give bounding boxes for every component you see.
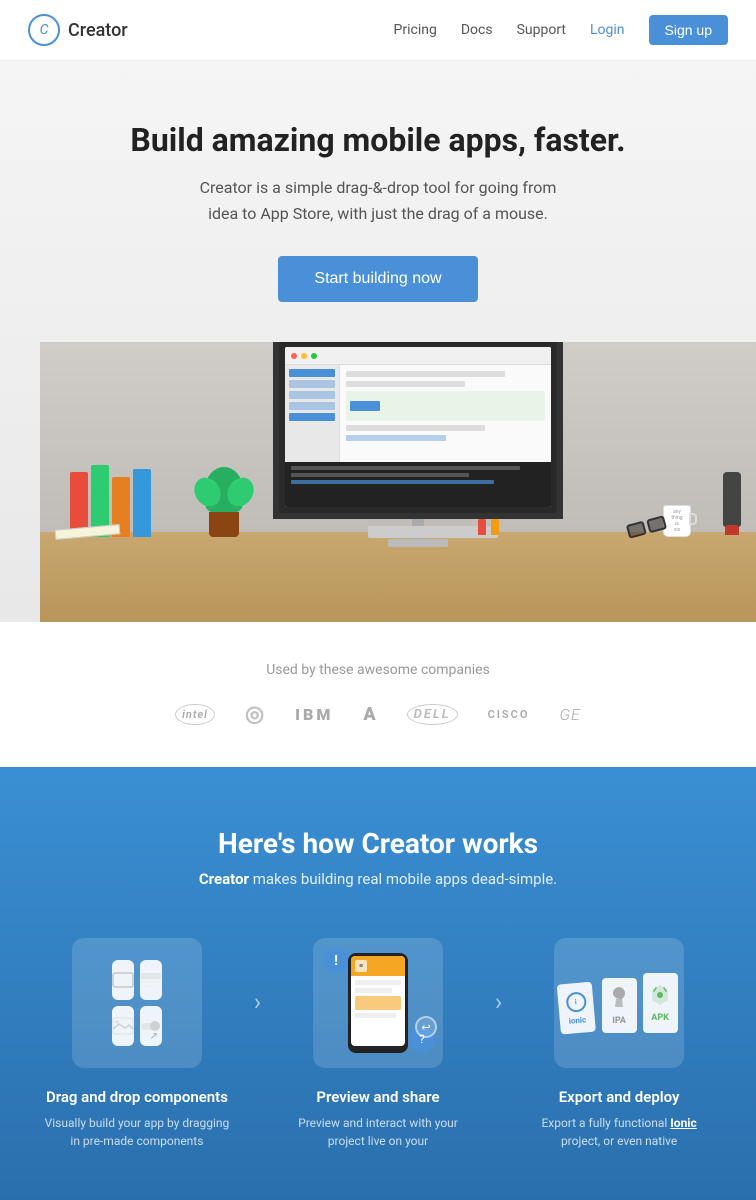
desktop-monitor	[273, 342, 563, 547]
nav-support[interactable]: Support	[517, 22, 566, 38]
lego-figures	[478, 519, 499, 535]
logo[interactable]: C Creator	[28, 14, 128, 46]
step3-title: Export and deploy	[522, 1088, 716, 1106]
hero-desk-image: anythingisvis	[40, 342, 756, 622]
logo-dell: DELL	[407, 704, 458, 725]
logo-intel: intel	[175, 704, 215, 725]
step-preview: ≡ ! ? ↩	[281, 938, 475, 1150]
logo-ge: GE	[559, 705, 580, 724]
logo-icon: C	[28, 14, 60, 46]
nav-links: Pricing Docs Support Login Sign up	[394, 15, 728, 45]
step2-title: Preview and share	[281, 1088, 475, 1106]
how-brand: Creator	[199, 870, 249, 888]
step1-desc: Visually build your app by dragging in p…	[40, 1114, 234, 1150]
water-bottle	[723, 472, 741, 537]
how-steps: ↗ Drag and drop components Visually buil…	[40, 938, 716, 1150]
how-subtitle: Creator makes building real mobile apps …	[40, 870, 716, 888]
sunglasses	[627, 520, 666, 534]
hero-title: Build amazing mobile apps, faster.	[40, 121, 716, 159]
signup-button[interactable]: Sign up	[649, 15, 728, 45]
step2-icon: ≡ ! ? ↩	[313, 938, 443, 1068]
desk-plant	[205, 467, 243, 537]
arrow-2: ›	[495, 988, 502, 1016]
step1-icon: ↗	[72, 938, 202, 1068]
hero-section: Build amazing mobile apps, faster. Creat…	[0, 61, 756, 622]
logo-adobe: A	[363, 704, 376, 725]
step3-icon: i ionic IPA	[554, 938, 684, 1068]
companies-heading: Used by these awesome companies	[20, 662, 736, 678]
login-link[interactable]: Login	[590, 22, 625, 38]
step-drag-drop: ↗ Drag and drop components Visually buil…	[40, 938, 234, 1150]
desk-mug: anythingisvis	[663, 505, 691, 537]
nav-docs[interactable]: Docs	[461, 22, 493, 38]
logo-cisco: CISCO	[488, 708, 530, 721]
hero-cta-button[interactable]: Start building now	[278, 256, 477, 302]
logo-ibm: IBM	[295, 705, 333, 724]
notebook	[55, 527, 120, 537]
nav-pricing[interactable]: Pricing	[394, 22, 437, 38]
step2-desc: Preview and interact with your project l…	[281, 1114, 475, 1150]
logo-letter: C	[40, 22, 49, 38]
companies-logos: intel ◎ IBM A DELL CISCO GE	[20, 702, 736, 727]
step-export: i ionic IPA	[522, 938, 716, 1150]
hero-subtitle: Creator is a simple drag-&-drop tool for…	[178, 175, 578, 226]
logo-name: Creator	[68, 20, 128, 41]
how-title: Here's how Creator works	[40, 827, 716, 860]
logo-target: ◎	[245, 702, 265, 727]
how-section: Here's how Creator works Creator makes b…	[0, 767, 756, 1200]
navbar: C Creator Pricing Docs Support Login Sig…	[0, 0, 756, 61]
companies-section: Used by these awesome companies intel ◎ …	[0, 622, 756, 767]
arrow-1: ›	[254, 988, 261, 1016]
step1-title: Drag and drop components	[40, 1088, 234, 1106]
step3-desc: Export a fully functional Ionic project,…	[522, 1114, 716, 1150]
